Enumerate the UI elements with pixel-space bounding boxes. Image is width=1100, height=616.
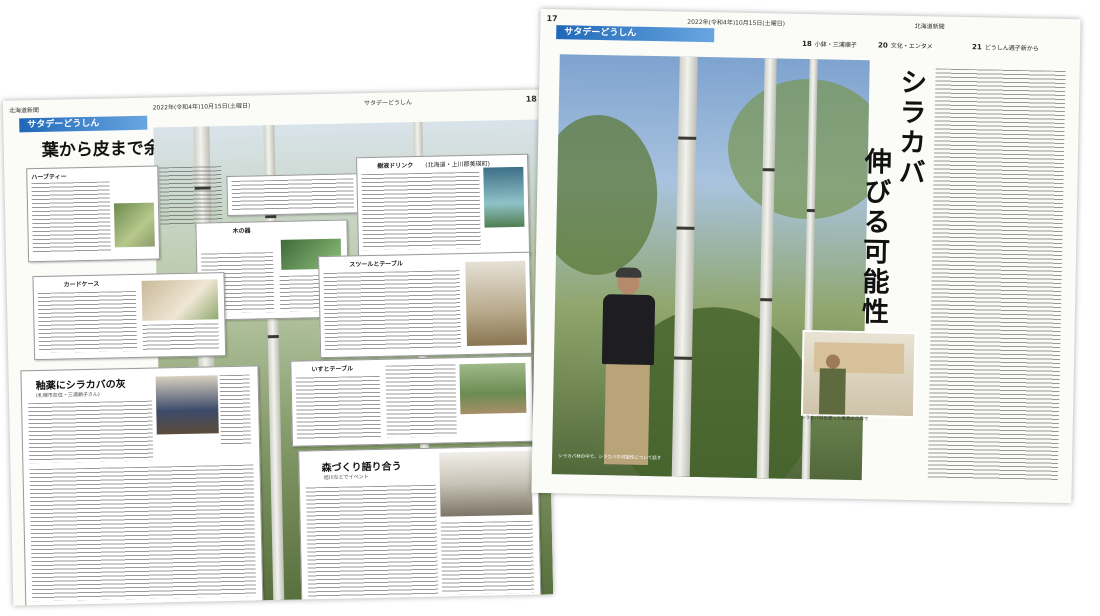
right-headline-line1: シラカバ [893, 67, 927, 189]
left-newspaper-page: 北海道新聞 2022年(令和4年)10月15日(土曜日) サタデーどうしん 18… [2, 89, 554, 606]
topic-21: 21 どうしん週子新から [972, 42, 1039, 52]
card-body-text [159, 166, 223, 228]
right-masthead-date: 2022年(令和4年)10月15日(土曜日) [687, 18, 786, 28]
article-body-text [440, 520, 535, 595]
card-sap-drink: 樹液ドリンク (北海道・上川郡美瑛町) [356, 153, 531, 260]
event-photo [439, 450, 533, 517]
card-title: スツールとテーブル [349, 260, 403, 269]
card-stool-table: スツールとテーブル [318, 251, 533, 359]
topic-label: 小鉢・三浦順子 [814, 41, 857, 49]
right-section-bar: サタデーどうしん [556, 25, 715, 43]
card-body-text [31, 181, 111, 254]
topic-number: 18 [801, 39, 812, 49]
article-glaze: 釉薬にシラカバの灰 (札幌市在住・三浦順子さん) [20, 365, 264, 606]
left-masthead-date: 2022年(令和4年)10月15日(土曜日) [152, 102, 251, 112]
chair-table-photo [459, 362, 527, 415]
article-body-text [29, 464, 257, 602]
topic-label: 文化・エンタメ [890, 42, 933, 51]
article-forest-event-byline: 旭川などでイベント [323, 474, 369, 482]
topic-number: 20 [877, 41, 888, 50]
card-chair-table: いすとテーブル [290, 355, 535, 447]
card-title: 樹液ドリンク [377, 162, 414, 170]
topic-18: 18 小鉢・三浦順子 [802, 39, 857, 49]
card-herb-tea: ハーブティー [26, 165, 161, 263]
article-forest-event: 森づくり語り合う 旭川などでイベント [298, 445, 542, 603]
left-section-bar: サタデーどうしん [19, 115, 148, 133]
card-intro [226, 173, 360, 217]
topic-20: 20 文化・エンタメ [878, 40, 933, 50]
card-case-photo [141, 279, 219, 321]
right-newspaper-page: 17 2022年(令和4年)10月15日(土曜日) 北海道新聞 サタデーどうしん… [531, 8, 1081, 504]
card-body-text [37, 290, 138, 354]
main-photo-caption: シラカバ林の中で、シラカバの可能性について話す [558, 454, 662, 462]
right-page-number: 17 [546, 13, 558, 23]
workshop-inset-photo [800, 329, 917, 419]
right-masthead-paper: 北海道新聞 [914, 22, 945, 31]
card-title: ハーブティー [31, 173, 67, 182]
card-body-text [385, 364, 457, 438]
potter-photo [155, 375, 219, 435]
card-title: カードケース [63, 280, 100, 289]
article-body-text [305, 484, 439, 598]
card-title: いすとテーブル [311, 365, 354, 374]
left-masthead-section: サタデーどうしん [363, 98, 413, 107]
herb-tea-photo [113, 202, 155, 248]
photo-caption-text [219, 374, 252, 446]
card-body-text [295, 375, 381, 440]
article-body-text [28, 400, 154, 464]
right-headline-line2: 伸びる可能性 [856, 147, 892, 328]
stool-table-photo [465, 260, 527, 347]
right-article-body-text [927, 68, 1066, 481]
card-title: 木の器 [232, 227, 251, 235]
left-masthead: 北海道新聞 2022年(令和4年)10月15日(土曜日) サタデーどうしん 18 [9, 94, 537, 115]
card-card-case: カードケース [32, 272, 227, 361]
article-forest-event-title: 森づくり語り合う [321, 461, 402, 475]
topic-label: どうしん週子新から [984, 44, 1039, 53]
card-body-text [231, 178, 355, 211]
left-page-number: 18 [525, 94, 537, 104]
sap-drink-photo [483, 166, 525, 228]
card-body-text [142, 323, 220, 351]
inset-photo-caption: シラカバ材を使った家具の工房で [800, 415, 869, 423]
card-body-text [361, 171, 481, 251]
article-glaze-byline: (札幌市在住・三浦順子さん) [35, 391, 100, 400]
card-body-text [323, 270, 462, 352]
left-masthead-paper: 北海道新聞 [8, 106, 40, 115]
card-subtitle: (北海道・上川郡美瑛町) [425, 160, 490, 169]
topic-number: 21 [971, 43, 982, 52]
article-glaze-title: 釉薬にシラカバの灰 [35, 379, 126, 393]
interviewee-figure [592, 267, 666, 471]
